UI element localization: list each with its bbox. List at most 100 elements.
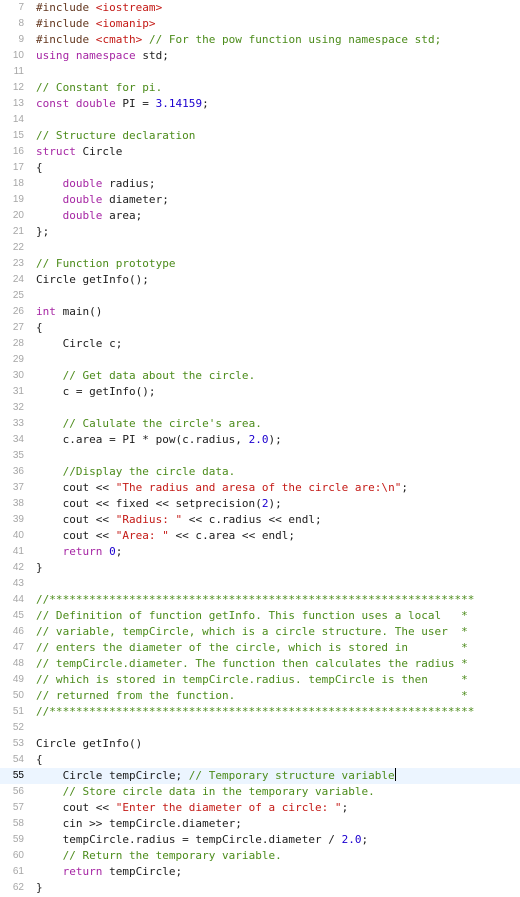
code-token: tempCircle;: [102, 865, 183, 878]
code-line[interactable]: 9 #include <cmath> // For the pow functio…: [0, 32, 520, 48]
line-code: // Return the temporary variable.: [36, 848, 282, 864]
code-line[interactable]: 39 cout << "Radius: " << c.radius << end…: [0, 512, 520, 528]
code-line[interactable]: 27 {: [0, 320, 520, 336]
number-token: 3.14159: [155, 97, 203, 110]
code-line[interactable]: 10 using namespace std;: [0, 48, 520, 64]
code-line[interactable]: 8 #include <iomanip>: [0, 16, 520, 32]
code-line[interactable]: 58 cin >> tempCircle.diameter;: [0, 816, 520, 832]
code-line[interactable]: 50 // returned from the function. *: [0, 688, 520, 704]
code-line[interactable]: 53 Circle getInfo(): [0, 736, 520, 752]
code-line[interactable]: 16 struct Circle: [0, 144, 520, 160]
code-line[interactable]: 49 // which is stored in tempCircle.radiu…: [0, 672, 520, 688]
code-line[interactable]: 23 // Function prototype: [0, 256, 520, 272]
code-line[interactable]: 17 {: [0, 160, 520, 176]
code-line[interactable]: 18 double radius;: [0, 176, 520, 192]
code-line[interactable]: 46 // variable, tempCircle, which is a ci…: [0, 624, 520, 640]
keyword-token: double: [62, 193, 103, 206]
line-number: 12: [12, 82, 24, 93]
line-code: //**************************************…: [36, 704, 474, 720]
line-number: 37: [12, 482, 24, 493]
line-number: 34: [12, 434, 24, 445]
code-line[interactable]: 33 // Calulate the circle's area.: [0, 416, 520, 432]
string-token: <iomanip>: [95, 17, 156, 30]
code-line[interactable]: 51 //************************************…: [0, 704, 520, 720]
comment-token: // Definition of function getInfo. This …: [36, 609, 468, 622]
line-number: 16: [12, 146, 24, 157]
code-line[interactable]: 40 cout << "Area: " << c.area << endl;: [0, 528, 520, 544]
code-line[interactable]: 34 c.area = PI * pow(c.radius, 2.0);: [0, 432, 520, 448]
keyword-token: double: [62, 177, 103, 190]
line-code: // returned from the function. *: [36, 688, 468, 704]
line-code: double area;: [36, 208, 143, 224]
code-token: << c.area << endl;: [168, 529, 296, 542]
code-line[interactable]: 20 double area;: [0, 208, 520, 224]
code-line[interactable]: 43: [0, 576, 520, 592]
keyword-token: double: [62, 209, 103, 222]
code-token: }: [36, 561, 43, 574]
code-line[interactable]: 42}: [0, 560, 520, 576]
line-number: 24: [12, 274, 24, 285]
code-line[interactable]: 22: [0, 240, 520, 256]
code-token: );: [268, 497, 282, 510]
line-code: // Constant for pi.: [36, 80, 162, 96]
code-editor[interactable]: 7 #include <iostream> 8 #include <iomanip> 9…: [0, 0, 520, 896]
code-line[interactable]: 59 tempCircle.radius = tempCircle.diamet…: [0, 832, 520, 848]
code-token: {: [36, 321, 43, 334]
code-token: cout <<: [36, 481, 116, 494]
code-line[interactable]: 38 cout << fixed << setprecision(2);: [0, 496, 520, 512]
code-line[interactable]: 54 {: [0, 752, 520, 768]
code-line[interactable]: 13 const double PI = 3.14159;: [0, 96, 520, 112]
code-line-current[interactable]: 55 Circle tempCircle; // Temporary struc…: [0, 768, 520, 784]
code-line[interactable]: 37 cout << "The radius and aresa of the …: [0, 480, 520, 496]
code-line[interactable]: 11: [0, 64, 520, 80]
line-number: 51: [12, 706, 24, 717]
code-line[interactable]: 44 //************************************…: [0, 592, 520, 608]
code-token: ;: [341, 801, 349, 814]
code-line[interactable]: 41 return 0;: [0, 544, 520, 560]
code-line[interactable]: 7 #include <iostream>: [0, 0, 520, 16]
line-number: 10: [12, 50, 24, 61]
code-line[interactable]: 62}: [0, 880, 520, 896]
code-line[interactable]: 21};: [0, 224, 520, 240]
code-line[interactable]: 61 return tempCircle;: [0, 864, 520, 880]
code-line[interactable]: 60 // Return the temporary variable.: [0, 848, 520, 864]
code-line[interactable]: 12 // Constant for pi.: [0, 80, 520, 96]
line-code: c = getInfo();: [36, 384, 156, 400]
comment-token: // returned from the function. *: [36, 689, 468, 702]
line-number: 20: [12, 210, 24, 221]
preprocessor-token: #include: [36, 17, 96, 30]
code-line[interactable]: 56 // Store circle data in the temporary…: [0, 784, 520, 800]
code-line[interactable]: 47 // enters the diameter of the circle, …: [0, 640, 520, 656]
code-line[interactable]: 28 Circle c;: [0, 336, 520, 352]
code-line[interactable]: 35: [0, 448, 520, 464]
line-code: #include <iomanip>: [36, 16, 156, 32]
line-number: 50: [12, 690, 24, 701]
code-line[interactable]: 15 // Structure declaration: [0, 128, 520, 144]
code-line[interactable]: 31 c = getInfo();: [0, 384, 520, 400]
line-number: 32: [12, 402, 24, 413]
code-line[interactable]: 29: [0, 352, 520, 368]
code-line[interactable]: 24 Circle getInfo();: [0, 272, 520, 288]
code-line[interactable]: 25: [0, 288, 520, 304]
code-line[interactable]: 30 // Get data about the circle.: [0, 368, 520, 384]
code-line[interactable]: 45 // Definition of function getInfo. Thi…: [0, 608, 520, 624]
code-line[interactable]: 19 double diameter;: [0, 192, 520, 208]
code-line[interactable]: 52: [0, 720, 520, 736]
code-line[interactable]: 48 // tempCircle.diameter. The function t…: [0, 656, 520, 672]
code-line[interactable]: 26 int main(): [0, 304, 520, 320]
code-line[interactable]: 14: [0, 112, 520, 128]
code-token: Circle getInfo(): [36, 737, 143, 750]
code-line[interactable]: 32: [0, 400, 520, 416]
line-number: 21: [12, 226, 24, 237]
comment-token: // which is stored in tempCircle.radius.…: [36, 673, 468, 686]
code-line[interactable]: 57 cout << "Enter the diameter of a circ…: [0, 800, 520, 816]
line-number: 57: [12, 802, 24, 813]
keyword-token: const: [36, 97, 70, 110]
code-line[interactable]: 36 //Display the circle data.: [0, 464, 520, 480]
